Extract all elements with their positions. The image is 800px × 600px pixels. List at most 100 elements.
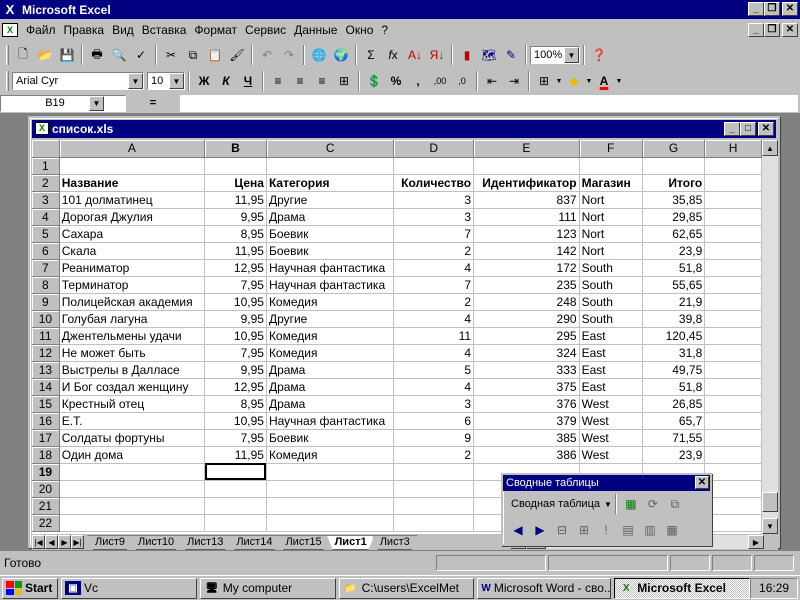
workbook-close-button[interactable]: ✕ — [758, 122, 774, 136]
save-icon[interactable]: 💾 — [56, 44, 78, 66]
cell[interactable]: Драма — [266, 208, 395, 226]
cell[interactable] — [59, 463, 206, 481]
cell[interactable] — [266, 157, 395, 175]
cell[interactable]: 71,55 — [642, 429, 706, 447]
cell[interactable]: Джентельмены удачи — [59, 327, 206, 345]
cell[interactable]: 10,95 — [204, 412, 267, 430]
cell[interactable]: Солдаты фортуны — [59, 429, 206, 447]
cell[interactable]: 386 — [473, 446, 580, 464]
cell[interactable] — [204, 497, 267, 515]
italic-button[interactable]: К — [215, 70, 237, 92]
menu-insert[interactable]: Вставка — [138, 23, 191, 37]
cell[interactable]: 11,95 — [204, 242, 267, 260]
cell[interactable] — [204, 514, 267, 532]
chevron-down-icon[interactable]: ▼ — [585, 70, 593, 92]
cell[interactable]: Боевик — [266, 429, 395, 447]
print-preview-icon[interactable]: 🔍 — [108, 44, 130, 66]
cell[interactable]: 120,45 — [642, 327, 706, 345]
row-header[interactable]: 20 — [32, 480, 60, 498]
cell[interactable] — [473, 157, 580, 175]
web-toolbar-icon[interactable]: 🌍 — [330, 44, 352, 66]
cell[interactable] — [579, 157, 643, 175]
chevron-down-icon[interactable]: ▼ — [615, 70, 623, 92]
cell[interactable] — [704, 242, 762, 260]
cell[interactable]: Итого — [642, 174, 706, 192]
cell[interactable]: 8,95 — [204, 395, 267, 413]
sheet-tab[interactable]: Лист10 — [130, 535, 182, 550]
cell[interactable] — [266, 463, 395, 481]
select-all-corner[interactable] — [32, 140, 60, 158]
cell[interactable]: Категория — [266, 174, 395, 192]
cell[interactable] — [204, 157, 267, 175]
paste-icon[interactable]: 📋 — [204, 44, 226, 66]
show-detail-icon[interactable]: ⊞ — [573, 519, 595, 541]
cell[interactable]: Идентификатор — [473, 174, 580, 192]
vertical-scrollbar[interactable]: ▲ ▼ — [762, 140, 778, 534]
scroll-down-icon[interactable]: ▼ — [762, 518, 778, 534]
cell[interactable]: Название — [59, 174, 206, 192]
cell[interactable]: Боевик — [266, 225, 395, 243]
row-header[interactable]: 6 — [32, 242, 60, 260]
cell[interactable]: 51,8 — [642, 378, 706, 396]
cell[interactable]: Nort — [579, 191, 643, 209]
menu-edit[interactable]: Правка — [60, 23, 109, 37]
decrease-indent-icon[interactable]: ⇤ — [481, 70, 503, 92]
cell[interactable] — [704, 208, 762, 226]
cell[interactable]: 376 — [473, 395, 580, 413]
taskbar-item[interactable]: W Microsoft Word - сво... — [477, 577, 612, 599]
column-header[interactable]: E — [473, 140, 580, 158]
cell[interactable]: Выстрелы в Далласе — [59, 361, 206, 379]
cell[interactable]: 4 — [393, 310, 475, 328]
cell[interactable]: 172 — [473, 259, 580, 277]
row-header[interactable]: 11 — [32, 327, 60, 345]
cell[interactable]: Полицейская академия — [59, 293, 206, 311]
cell[interactable]: Другие — [266, 191, 395, 209]
pivot-report-icon[interactable]: ▦ — [661, 519, 683, 541]
cell[interactable]: 3 — [393, 208, 475, 226]
new-icon[interactable]: 🗋 — [12, 44, 34, 66]
cell[interactable] — [204, 463, 267, 481]
menu-tools[interactable]: Сервис — [241, 23, 290, 37]
increase-decimal-icon[interactable]: ,00 — [429, 70, 451, 92]
cell[interactable]: 2 — [393, 242, 475, 260]
toolbar-grip[interactable] — [6, 71, 9, 91]
menu-window[interactable]: Окно — [341, 23, 377, 37]
chevron-down-icon[interactable]: ▼ — [555, 70, 563, 92]
chart-wizard-icon[interactable]: ▮ — [456, 44, 478, 66]
cell[interactable]: 7 — [393, 225, 475, 243]
cell[interactable]: 6 — [393, 412, 475, 430]
cell[interactable]: Драма — [266, 378, 395, 396]
cell[interactable]: Количество — [393, 174, 475, 192]
cell[interactable] — [704, 344, 762, 362]
align-left-icon[interactable]: ≡ — [267, 70, 289, 92]
cell[interactable]: 9,95 — [204, 208, 267, 226]
align-center-icon[interactable]: ≡ — [289, 70, 311, 92]
cell[interactable] — [393, 480, 475, 498]
cell[interactable] — [704, 327, 762, 345]
bold-button[interactable]: Ж — [193, 70, 215, 92]
column-header[interactable]: H — [704, 140, 762, 158]
cell[interactable]: East — [579, 344, 643, 362]
cell[interactable]: 4 — [393, 378, 475, 396]
pivot-close-button[interactable]: ✕ — [695, 476, 709, 489]
cell[interactable]: East — [579, 378, 643, 396]
cell[interactable]: West — [579, 395, 643, 413]
cell[interactable] — [393, 463, 475, 481]
menu-data[interactable]: Данные — [290, 23, 341, 37]
align-right-icon[interactable]: ≡ — [311, 70, 333, 92]
cell[interactable]: Крестный отец — [59, 395, 206, 413]
cell[interactable]: 49,75 — [642, 361, 706, 379]
cell[interactable]: 333 — [473, 361, 580, 379]
row-header[interactable]: 3 — [32, 191, 60, 209]
cell[interactable] — [704, 412, 762, 430]
redo-icon[interactable]: ↷ — [278, 44, 300, 66]
cell[interactable]: Комедия — [266, 344, 395, 362]
name-box[interactable]: B19 ▼ — [0, 94, 126, 112]
sheet-tab-active[interactable]: Лист1 — [327, 535, 375, 550]
prev-sheet-icon[interactable]: ◀ — [45, 535, 58, 549]
font-name-select[interactable]: Arial Cyr ▼ — [12, 72, 144, 90]
row-header[interactable]: 5 — [32, 225, 60, 243]
cell[interactable] — [704, 259, 762, 277]
sort-descending-icon[interactable]: Я↓ — [426, 44, 448, 66]
currency-icon[interactable]: 💲 — [363, 70, 385, 92]
